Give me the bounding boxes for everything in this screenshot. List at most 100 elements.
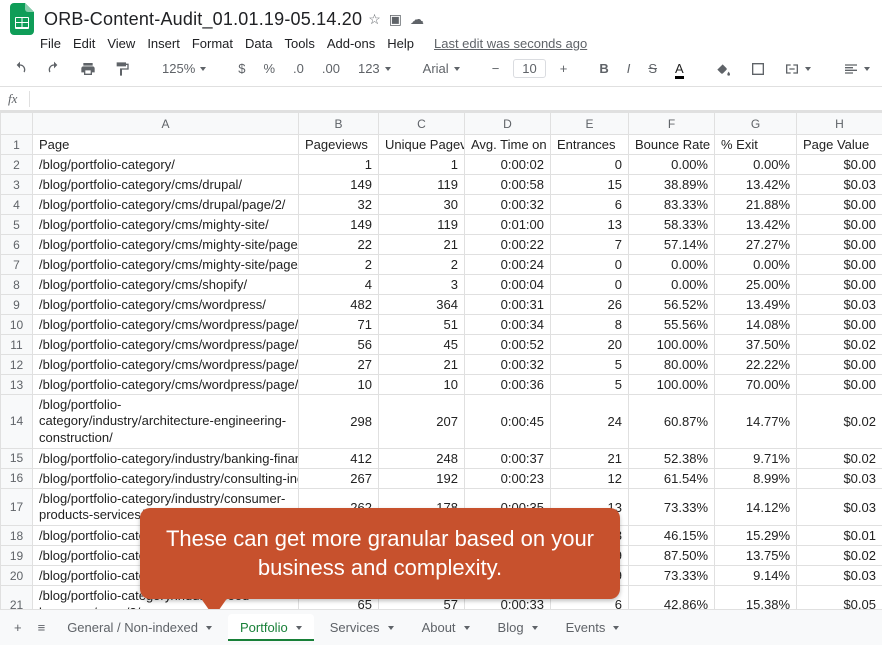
- row-header[interactable]: 14: [1, 395, 33, 449]
- cell[interactable]: 0:00:58: [465, 175, 551, 195]
- cell[interactable]: Page Value: [797, 135, 882, 155]
- cell[interactable]: 51: [379, 315, 465, 335]
- cell[interactable]: 14.08%: [715, 315, 797, 335]
- strikethrough-icon[interactable]: S: [644, 58, 661, 79]
- cell[interactable]: 1: [379, 155, 465, 175]
- sheet-tab[interactable]: Portfolio: [228, 614, 314, 641]
- row-header[interactable]: 17: [1, 488, 33, 526]
- cell[interactable]: $0.03: [797, 468, 882, 488]
- sheet-tab[interactable]: Services: [318, 614, 406, 641]
- cell[interactable]: 30: [379, 195, 465, 215]
- currency-icon[interactable]: $: [234, 58, 249, 79]
- cell[interactable]: 0:00:22: [465, 235, 551, 255]
- paint-format-icon[interactable]: [110, 58, 134, 80]
- chevron-down-icon[interactable]: [388, 626, 394, 630]
- cell[interactable]: 8.99%: [715, 468, 797, 488]
- col-header[interactable]: E: [551, 113, 629, 135]
- cell[interactable]: 0:00:31: [465, 295, 551, 315]
- bold-icon[interactable]: B: [595, 58, 612, 79]
- cell[interactable]: 14.12%: [715, 488, 797, 526]
- select-all-corner[interactable]: [1, 113, 33, 135]
- cell[interactable]: 482: [299, 295, 379, 315]
- cell[interactable]: 70.00%: [715, 375, 797, 395]
- cell[interactable]: $0.00: [797, 215, 882, 235]
- cell[interactable]: $0.03: [797, 175, 882, 195]
- cell[interactable]: 412: [299, 448, 379, 468]
- cell[interactable]: 21: [379, 235, 465, 255]
- zoom-select[interactable]: 125%: [158, 58, 210, 79]
- cell[interactable]: /blog/portfolio-category/: [33, 155, 299, 175]
- h-align-icon[interactable]: [839, 58, 874, 80]
- cell[interactable]: 20: [551, 335, 629, 355]
- cell[interactable]: $0.00: [797, 355, 882, 375]
- cell[interactable]: 8: [551, 315, 629, 335]
- cell[interactable]: 21: [551, 448, 629, 468]
- font-size-minus[interactable]: −: [488, 58, 504, 79]
- cell[interactable]: Page: [33, 135, 299, 155]
- cell[interactable]: % Exit: [715, 135, 797, 155]
- cell[interactable]: /blog/portfolio-category/cms/mighty-site…: [33, 235, 299, 255]
- cell[interactable]: 3: [379, 275, 465, 295]
- cell[interactable]: /blog/portfolio-category/cms/mighty-site…: [33, 215, 299, 235]
- star-icon[interactable]: ☆: [368, 11, 381, 28]
- cell[interactable]: 0:00:24: [465, 255, 551, 275]
- percent-icon[interactable]: %: [259, 58, 279, 79]
- cell[interactable]: /blog/portfolio-category/cms/wordpress/p…: [33, 355, 299, 375]
- cell[interactable]: 0:01:00: [465, 215, 551, 235]
- cell[interactable]: 0: [551, 275, 629, 295]
- cell[interactable]: 0:00:23: [465, 468, 551, 488]
- formula-input[interactable]: [36, 90, 874, 107]
- col-header[interactable]: D: [465, 113, 551, 135]
- font-size-plus[interactable]: +: [556, 58, 572, 79]
- cell[interactable]: 21.88%: [715, 195, 797, 215]
- cell[interactable]: 13.42%: [715, 215, 797, 235]
- cell[interactable]: $0.00: [797, 155, 882, 175]
- cell[interactable]: $0.02: [797, 448, 882, 468]
- print-icon[interactable]: [76, 58, 100, 80]
- cell[interactable]: /blog/portfolio-category/cms/drupal/page…: [33, 195, 299, 215]
- cell[interactable]: 10: [299, 375, 379, 395]
- chevron-down-icon[interactable]: [296, 626, 302, 630]
- cell[interactable]: 61.54%: [629, 468, 715, 488]
- menu-help[interactable]: Help: [387, 36, 414, 51]
- cell[interactable]: 0:00:02: [465, 155, 551, 175]
- cell[interactable]: /blog/portfolio-category/cms/wordpress/p…: [33, 315, 299, 335]
- cell[interactable]: 14.77%: [715, 395, 797, 449]
- cell[interactable]: 0.00%: [715, 255, 797, 275]
- cell[interactable]: 83.33%: [629, 195, 715, 215]
- cell[interactable]: $0.03: [797, 488, 882, 526]
- doc-title[interactable]: ORB-Content-Audit_01.01.19-05.14.20: [44, 9, 362, 30]
- cell[interactable]: 32: [299, 195, 379, 215]
- cell[interactable]: 267: [299, 468, 379, 488]
- cell[interactable]: 0:00:52: [465, 335, 551, 355]
- cell[interactable]: 73.33%: [629, 566, 715, 586]
- cell[interactable]: Unique Pageviews: [379, 135, 465, 155]
- cell[interactable]: 1: [299, 155, 379, 175]
- move-icon[interactable]: ▣: [389, 11, 402, 28]
- row-header[interactable]: 9: [1, 295, 33, 315]
- cell[interactable]: $0.02: [797, 395, 882, 449]
- cell[interactable]: 248: [379, 448, 465, 468]
- cell[interactable]: 57.14%: [629, 235, 715, 255]
- cell[interactable]: 0:00:36: [465, 375, 551, 395]
- row-header[interactable]: 6: [1, 235, 33, 255]
- cell[interactable]: /blog/portfolio-category/cms/mighty-site…: [33, 255, 299, 275]
- cell[interactable]: 9.14%: [715, 566, 797, 586]
- cell[interactable]: 0:00:37: [465, 448, 551, 468]
- menu-format[interactable]: Format: [192, 36, 233, 51]
- cell[interactable]: 52.38%: [629, 448, 715, 468]
- cell[interactable]: $0.02: [797, 546, 882, 566]
- cell[interactable]: 0:00:34: [465, 315, 551, 335]
- menu-insert[interactable]: Insert: [147, 36, 180, 51]
- cell[interactable]: $0.00: [797, 315, 882, 335]
- col-header[interactable]: A: [33, 113, 299, 135]
- row-header[interactable]: 19: [1, 546, 33, 566]
- cell[interactable]: $0.01: [797, 526, 882, 546]
- cell[interactable]: 119: [379, 215, 465, 235]
- sheet-tab[interactable]: General / Non-indexed: [55, 614, 224, 641]
- cell[interactable]: 24: [551, 395, 629, 449]
- col-header[interactable]: F: [629, 113, 715, 135]
- row-header[interactable]: 20: [1, 566, 33, 586]
- cell[interactable]: Avg. Time on Page: [465, 135, 551, 155]
- col-header[interactable]: G: [715, 113, 797, 135]
